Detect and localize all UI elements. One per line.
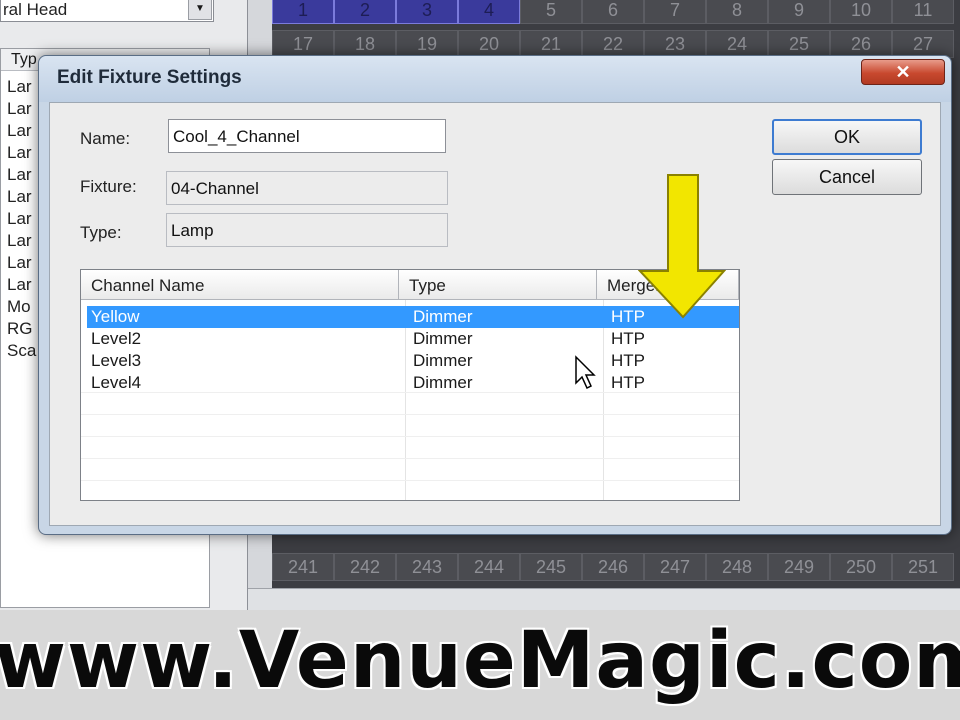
list-item[interactable]: Lar (7, 209, 32, 229)
dialog-body: Name: Cool_4_Channel Fixture: 04-Channel… (49, 102, 941, 526)
dialog-title: Edit Fixture Settings (57, 67, 242, 88)
dmx-channel-cell[interactable]: 9 (768, 0, 830, 24)
dmx-channel-cell[interactable]: 4 (458, 0, 520, 24)
dmx-channel-cell[interactable]: 242 (334, 553, 396, 581)
dmx-channel-cell[interactable]: 21 (520, 30, 582, 58)
arrow-down-icon (638, 174, 726, 319)
dmx-channel-cell[interactable]: 24 (706, 30, 768, 58)
list-item[interactable]: Lar (7, 231, 32, 251)
dmx-channel-cell[interactable]: 11 (892, 0, 954, 24)
row-divider (81, 414, 739, 415)
table-row[interactable]: Level3 Dimmer HTP (87, 350, 739, 372)
fixture-field: 04-Channel (166, 171, 448, 205)
channel-type-cell: Dimmer (413, 329, 473, 348)
channel-name-cell: Level3 (91, 351, 142, 370)
dmx-channel-cell[interactable]: 27 (892, 30, 954, 58)
channel-type-cell: Dimmer (413, 351, 473, 370)
list-item[interactable]: Lar (7, 165, 32, 185)
column-header-channel-name[interactable]: Channel Name (81, 270, 399, 300)
dmx-channel-cell[interactable]: 26 (830, 30, 892, 58)
dmx-channel-cell[interactable]: 3 (396, 0, 458, 24)
dmx-channel-cell[interactable]: 251 (892, 553, 954, 581)
type-label: Type: (80, 223, 122, 242)
ok-button[interactable]: OK (772, 119, 922, 155)
dmx-channel-cell[interactable]: 18 (334, 30, 396, 58)
watermark-text: www.VenueMagic.com (0, 616, 960, 706)
chevron-down-icon[interactable]: ▼ (188, 0, 212, 20)
dmx-channel-cell[interactable]: 248 (706, 553, 768, 581)
dmx-channel-cell[interactable]: 244 (458, 553, 520, 581)
dmx-channel-cell[interactable]: 17 (272, 30, 334, 58)
channel-type-cell: Dimmer (413, 307, 473, 326)
dmx-channel-cell[interactable]: 2 (334, 0, 396, 24)
dialog-titlebar[interactable]: Edit Fixture Settings ✕ (39, 56, 951, 102)
dmx-channel-cell[interactable]: 10 (830, 0, 892, 24)
merge-mode-cell: HTP (611, 329, 645, 348)
list-item[interactable]: Mo (7, 297, 31, 317)
edit-fixture-dialog: Edit Fixture Settings ✕ Name: Cool_4_Cha… (38, 55, 952, 535)
list-item[interactable]: Lar (7, 275, 32, 295)
channel-name-cell: Level4 (91, 373, 142, 392)
name-input[interactable]: Cool_4_Channel (168, 119, 446, 153)
dmx-channel-cell[interactable]: 241 (272, 553, 334, 581)
dmx-channel-cell[interactable]: 25 (768, 30, 830, 58)
dmx-channel-cell[interactable]: 249 (768, 553, 830, 581)
fixture-type-combo[interactable]: ral Head ▼ (0, 0, 214, 22)
dmx-channel-cell[interactable]: 245 (520, 553, 582, 581)
close-button[interactable]: ✕ (861, 59, 945, 85)
dmx-channel-cell[interactable]: 246 (582, 553, 644, 581)
dmx-channel-cell[interactable]: 23 (644, 30, 706, 58)
list-item[interactable]: Lar (7, 121, 32, 141)
channel-type-cell: Dimmer (413, 373, 473, 392)
dmx-channel-cell[interactable]: 7 (644, 0, 706, 24)
cancel-button[interactable]: Cancel (772, 159, 922, 195)
dmx-channel-cell[interactable]: 22 (582, 30, 644, 58)
dmx-channel-cell[interactable]: 250 (830, 553, 892, 581)
fixture-type-combo-value: ral Head (3, 0, 68, 19)
list-item[interactable]: RG (7, 319, 33, 339)
dmx-channel-cell[interactable]: 19 (396, 30, 458, 58)
dmx-channel-cell[interactable]: 1 (272, 0, 334, 24)
name-label: Name: (80, 129, 131, 148)
type-field: Lamp (166, 213, 448, 247)
list-item[interactable]: Lar (7, 143, 32, 163)
list-item[interactable]: Lar (7, 187, 32, 207)
grid-scrollbar[interactable] (248, 588, 960, 610)
list-item[interactable]: Lar (7, 77, 32, 97)
fixture-label: Fixture: (80, 177, 137, 196)
dmx-channel-cell[interactable]: 6 (582, 0, 644, 24)
row-divider (81, 480, 739, 481)
dmx-channel-cell[interactable]: 5 (520, 0, 582, 24)
dmx-channel-cell[interactable]: 8 (706, 0, 768, 24)
dmx-channel-cell[interactable]: 20 (458, 30, 520, 58)
mouse-cursor-icon (575, 355, 596, 390)
dmx-channel-cell[interactable]: 247 (644, 553, 706, 581)
merge-mode-cell: HTP (611, 373, 645, 392)
channel-name-cell: Yellow (91, 307, 140, 326)
close-icon: ✕ (895, 61, 911, 82)
list-item[interactable]: Lar (7, 253, 32, 273)
column-header-type[interactable]: Type (399, 270, 597, 300)
dmx-channel-cell[interactable]: 243 (396, 553, 458, 581)
row-divider (81, 458, 739, 459)
list-item[interactable]: Sca (7, 341, 36, 361)
list-item[interactable]: Lar (7, 99, 32, 119)
table-row[interactable]: Level4 Dimmer HTP (87, 372, 739, 394)
row-divider (81, 436, 739, 437)
watermark-banner: www.VenueMagic.com (0, 610, 960, 720)
channel-name-cell: Level2 (91, 329, 142, 348)
merge-mode-cell: HTP (611, 351, 645, 370)
table-row[interactable]: Level2 Dimmer HTP (87, 328, 739, 350)
